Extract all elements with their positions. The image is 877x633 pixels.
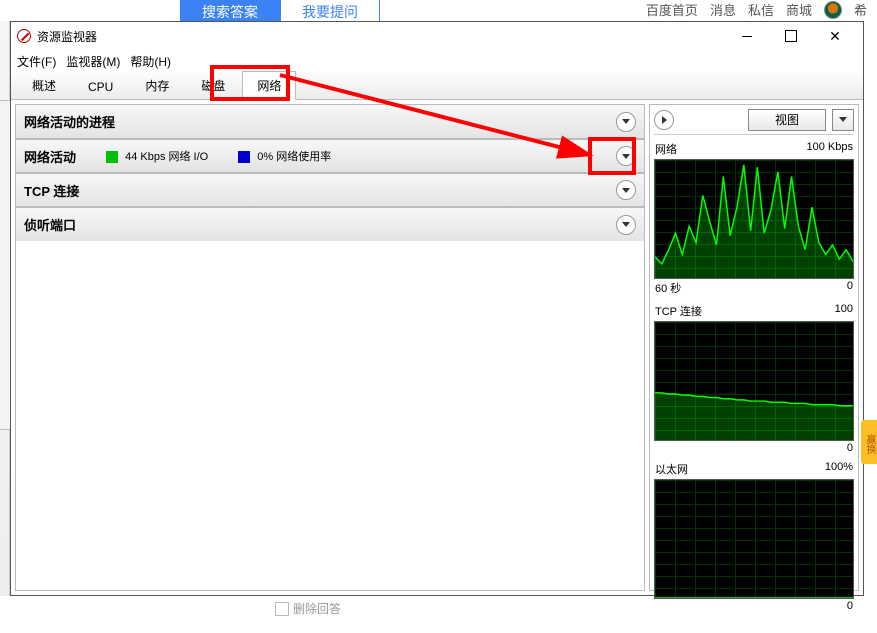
right-toolbar: 视图 [654, 109, 854, 135]
avatar[interactable] [824, 1, 842, 19]
graph-network-xright: 0 [847, 280, 853, 296]
menu-monitor[interactable]: 监视器(M) [66, 53, 120, 70]
chevron-down-icon[interactable] [616, 180, 636, 200]
side-tab[interactable]: 赢换 [861, 420, 877, 464]
bg-link-pm[interactable]: 私信 [748, 0, 774, 19]
bg-link-mall[interactable]: 商城 [786, 0, 812, 19]
graph-eth-scale: 100% [825, 461, 853, 477]
tab-cpu[interactable]: CPU [73, 74, 128, 99]
tab-network[interactable]: 网络 [242, 71, 296, 100]
menu-file[interactable]: 文件(F) [17, 53, 56, 70]
section-tcp-title: TCP 连接 [24, 181, 79, 200]
tab-overview[interactable]: 概述 [17, 71, 71, 99]
menu-help[interactable]: 帮助(H) [130, 53, 171, 70]
right-pane: 视图 网络 100 Kbps 60 秒 0 [649, 104, 859, 591]
graph-network-canvas [654, 159, 854, 279]
graph-network-scale: 100 Kbps [807, 141, 853, 157]
util-swatch [238, 151, 250, 163]
graph-tcp-xright: 0 [847, 442, 853, 454]
bg-link-home[interactable]: 百度首页 [646, 0, 698, 19]
chevron-down-icon[interactable] [616, 146, 636, 166]
graph-eth-xright: 0 [847, 600, 853, 612]
section-listen[interactable]: 侦听端口 [16, 207, 644, 241]
graph-eth-title: 以太网 [655, 461, 688, 477]
background-edge-segment [0, 100, 10, 430]
graph-tcp-canvas [654, 321, 854, 441]
graph-network: 网络 100 Kbps 60 秒 0 [654, 139, 854, 297]
section-tcp[interactable]: TCP 连接 [16, 173, 644, 207]
util-text: 0% 网络使用率 [257, 151, 331, 163]
menubar: 文件(F) 监视器(M) 帮助(H) [11, 50, 863, 72]
tab-memory[interactable]: 内存 [130, 71, 184, 99]
view-dropdown-button[interactable] [832, 109, 854, 131]
chevron-down-icon[interactable] [616, 112, 636, 132]
section-processes-title: 网络活动的进程 [24, 112, 115, 131]
graph-network-title: 网络 [655, 141, 677, 157]
empty-content-area [16, 241, 644, 590]
chevron-down-icon[interactable] [616, 215, 636, 235]
tabs-bar: 概述 CPU 内存 磁盘 网络 [11, 72, 863, 100]
graph-eth-canvas [654, 479, 854, 599]
resource-monitor-window: 资源监视器 ✕ 文件(F) 监视器(M) 帮助(H) 概述 CPU 内存 磁盘 … [10, 21, 864, 596]
window-close-button[interactable]: ✕ [813, 22, 857, 50]
io-swatch [106, 151, 118, 163]
section-processes[interactable]: 网络活动的进程 [16, 105, 644, 139]
graph-network-xleft: 60 秒 [655, 280, 681, 296]
chevron-right-icon[interactable] [654, 110, 674, 130]
section-listen-title: 侦听端口 [24, 215, 76, 234]
io-text: 44 Kbps 网络 I/O [125, 151, 208, 163]
left-pane: 网络活动的进程 网络活动 44 Kbps 网络 I/O 0% 网络使用率 TCP [15, 104, 645, 591]
app-icon [17, 29, 31, 43]
bg-username[interactable]: 希 [854, 0, 867, 19]
graph-tcp-title: TCP 连接 [655, 303, 702, 319]
section-activity-title: 网络活动 [24, 147, 76, 166]
background-page-header: 搜索答案 我要提问 百度首页 消息 私信 商城 希 [0, 0, 877, 21]
view-select[interactable]: 视图 [748, 109, 826, 131]
section-activity[interactable]: 网络活动 44 Kbps 网络 I/O 0% 网络使用率 [16, 139, 644, 173]
delete-answer-link[interactable]: 删除回答 [275, 600, 341, 617]
window-minimize-button[interactable] [725, 22, 769, 50]
window-maximize-button[interactable] [769, 22, 813, 50]
window-titlebar[interactable]: 资源监视器 ✕ [11, 22, 863, 50]
window-title: 资源监视器 [37, 28, 97, 45]
bg-link-msg[interactable]: 消息 [710, 0, 736, 19]
view-select-label: 视图 [775, 111, 799, 128]
graph-ethernet: 以太网 100% 0 [654, 459, 854, 613]
graph-tcp: TCP 连接 100 0 [654, 301, 854, 455]
graph-tcp-scale: 100 [835, 303, 853, 319]
tab-disk[interactable]: 磁盘 [186, 71, 240, 99]
